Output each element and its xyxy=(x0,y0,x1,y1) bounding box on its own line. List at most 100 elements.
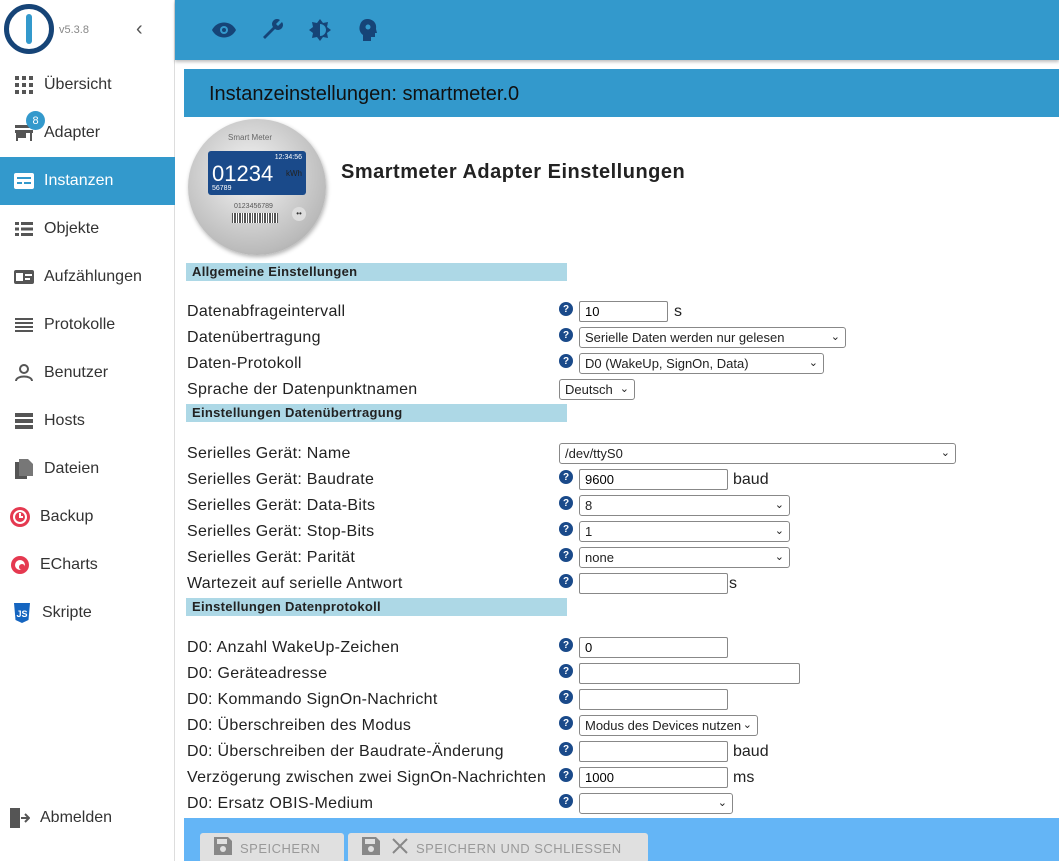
help-icon[interactable]: ? xyxy=(559,328,573,342)
js-icon: JS xyxy=(12,603,32,623)
sidebar-item-hosts[interactable]: Hosts xyxy=(0,397,175,445)
help-icon[interactable]: ? xyxy=(559,548,573,562)
mode-override-select[interactable]: Modus des Devices nutzen ⌄ xyxy=(579,715,758,736)
sidebar-item-objects[interactable]: Objekte xyxy=(0,205,175,253)
iobroker-logo[interactable] xyxy=(4,4,54,54)
help-icon[interactable]: ? xyxy=(559,690,573,704)
sidebar-item-logs[interactable]: Protokolle xyxy=(0,301,175,349)
sidebar-item-label: Hosts xyxy=(44,412,85,429)
obis-medium-label: D0: Ersatz OBIS-Medium xyxy=(187,795,374,812)
help-icon[interactable]: ? xyxy=(559,768,573,782)
sidebar-item-adapter[interactable]: 8 Adapter xyxy=(0,109,175,157)
sidebar-item-files[interactable]: Dateien xyxy=(0,445,175,493)
brightness-icon[interactable] xyxy=(307,17,333,43)
parity-select[interactable]: none ⌄ xyxy=(579,547,790,568)
transfer-select-value: Serielle Daten werden nur gelesen xyxy=(585,330,785,345)
chevron-down-icon: ⌄ xyxy=(619,383,629,395)
instance-header: Instanzeinstellungen: smartmeter.0 xyxy=(184,69,1059,117)
stopbits-select[interactable]: 1 ⌄ xyxy=(579,521,790,542)
help-icon[interactable]: ? xyxy=(559,496,573,510)
meter-display: 12:34:56 01234 kWh 56789 xyxy=(208,151,306,195)
sidebar-item-label: Instanzen xyxy=(44,172,114,189)
databits-select[interactable]: 8 ⌄ xyxy=(579,495,790,516)
help-icon[interactable]: ? xyxy=(559,638,573,652)
protocol-select[interactable]: D0 (WakeUp, SignOn, Data) ⌄ xyxy=(579,353,824,374)
interval-label: Datenabfrageintervall xyxy=(187,303,346,320)
language-label: Sprache der Datenpunktnamen xyxy=(187,381,418,398)
meter-time: 12:34:56 xyxy=(274,154,302,161)
help-icon[interactable]: ? xyxy=(559,354,573,368)
sidebar-item-overview[interactable]: Übersicht xyxy=(0,61,175,109)
eye-icon[interactable] xyxy=(211,17,237,43)
chevron-down-icon: ⌄ xyxy=(940,447,950,459)
backup-icon xyxy=(10,507,30,527)
sidebar-item-label: Benutzer xyxy=(44,364,109,381)
chevron-down-icon: ⌄ xyxy=(774,499,784,511)
sidebar-item-instances[interactable]: Instanzen xyxy=(0,157,175,205)
mode-override-select-value: Modus des Devices nutzen xyxy=(585,718,742,733)
response-wait-label: Wartezeit auf serielle Antwort xyxy=(187,575,403,592)
save-button[interactable]: SPEICHERN xyxy=(200,833,344,861)
baudrate-unit: baud xyxy=(733,471,769,488)
obis-medium-select[interactable]: ⌄ xyxy=(579,793,733,814)
interval-unit: s xyxy=(674,303,682,320)
help-icon[interactable]: ? xyxy=(559,742,573,756)
language-select[interactable]: Deutsch ⌄ xyxy=(559,379,635,400)
collapse-sidebar-icon[interactable]: ‹ xyxy=(136,18,143,41)
sidebar-item-enums[interactable]: Aufzählungen xyxy=(0,253,175,301)
help-icon[interactable]: ? xyxy=(559,794,573,808)
help-icon[interactable]: ? xyxy=(559,716,573,730)
sidebar-item-label: Aufzählungen xyxy=(44,268,142,285)
wrench-icon[interactable] xyxy=(259,17,285,43)
chevron-down-icon: ⌄ xyxy=(774,551,784,563)
sidebar-item-users[interactable]: Benutzer xyxy=(0,349,175,397)
wakeup-chars-input[interactable]: 0 xyxy=(579,637,728,658)
chevron-down-icon: ⌄ xyxy=(717,797,727,809)
expert-head-icon[interactable] xyxy=(355,17,381,43)
close-icon xyxy=(392,837,408,859)
sidebar-item-label: Dateien xyxy=(44,460,100,477)
echarts-icon xyxy=(10,555,30,575)
baud-override-label: D0: Überschreiben der Baudrate-Änderung xyxy=(187,743,504,760)
response-wait-input[interactable] xyxy=(579,573,728,594)
logout-icon xyxy=(10,808,30,828)
hosts-icon xyxy=(14,411,34,431)
sidebar-item-scripts[interactable]: JS Skripte xyxy=(0,589,175,637)
instances-icon xyxy=(14,171,34,191)
device-address-input[interactable] xyxy=(579,663,800,684)
adapter-update-badge: 8 xyxy=(26,111,45,130)
sidebar-item-echarts[interactable]: ECharts xyxy=(0,541,175,589)
help-icon[interactable]: ? xyxy=(559,302,573,316)
signon-cmd-input[interactable] xyxy=(579,689,728,710)
enum-icon xyxy=(14,267,34,287)
interval-input[interactable]: 10 xyxy=(579,301,668,322)
chevron-down-icon: ⌄ xyxy=(742,719,752,731)
sidebar-item-label: ECharts xyxy=(40,556,98,573)
baud-override-input[interactable] xyxy=(579,741,728,762)
adapter-settings-heading: Smartmeter Adapter Einstellungen xyxy=(341,161,686,183)
sidebar-item-backup[interactable]: Backup xyxy=(0,493,175,541)
help-icon[interactable]: ? xyxy=(559,522,573,536)
meter-sub-reading: 56789 xyxy=(212,185,232,192)
logout-label: Abmelden xyxy=(40,809,113,826)
smartmeter-logo-image: Smart Meter 12:34:56 01234 kWh 56789 012… xyxy=(188,119,326,255)
signon-delay-input[interactable]: 1000 xyxy=(579,767,728,788)
help-icon[interactable]: ? xyxy=(559,470,573,484)
version-label: v5.3.8 xyxy=(59,24,89,36)
help-icon[interactable]: ? xyxy=(559,664,573,678)
logout-button[interactable]: Abmelden xyxy=(0,794,175,842)
svg-text:JS: JS xyxy=(16,609,27,619)
meter-button: •• xyxy=(292,207,306,221)
serial-name-label: Serielles Gerät: Name xyxy=(187,445,351,462)
transfer-select[interactable]: Serielle Daten werden nur gelesen ⌄ xyxy=(579,327,846,348)
serial-device-select[interactable]: /dev/ttyS0 ⌄ xyxy=(559,443,956,464)
signon-delay-label: Verzögerung zwischen zwei SignOn-Nachric… xyxy=(187,769,547,786)
serial-device-select-value: /dev/ttyS0 xyxy=(565,446,623,461)
save-and-close-button[interactable]: SPEICHERN UND SCHLIESSEN xyxy=(348,833,648,861)
sidebar-item-label: Übersicht xyxy=(44,76,112,93)
sidebar-item-label: Backup xyxy=(40,508,94,525)
baudrate-input[interactable]: 9600 xyxy=(579,469,728,490)
help-icon[interactable]: ? xyxy=(559,574,573,588)
save-button-label: SPEICHERN xyxy=(240,840,321,856)
section-general-settings: Allgemeine Einstellungen xyxy=(186,263,567,281)
